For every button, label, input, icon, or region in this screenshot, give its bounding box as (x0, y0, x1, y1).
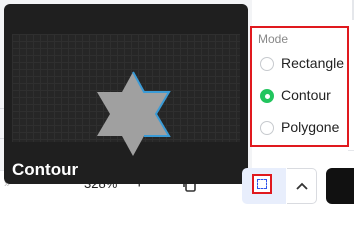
mode-option-label: Contour (281, 87, 331, 103)
mode-label: Mode (258, 32, 289, 46)
mode-option-label: Polygone (281, 119, 340, 135)
radio-rectangle[interactable] (260, 57, 274, 71)
preview-canvas (12, 34, 240, 156)
dashed-selection-icon (257, 179, 267, 189)
mode-option-rectangle[interactable]: Rectangle (256, 52, 346, 76)
mode-selector-panel: Mode Rectangle Contour Polygone (250, 26, 349, 147)
radio-contour[interactable] (260, 89, 274, 103)
mode-option-label: Rectangle (281, 55, 345, 71)
divider (348, 150, 354, 151)
chevron-up-icon (296, 182, 308, 190)
mode-option-contour[interactable]: Contour (256, 84, 346, 108)
preview-title: Contour (12, 160, 79, 179)
mode-menu-toggle-button[interactable] (287, 168, 317, 204)
hexagram-star-icon (97, 71, 171, 156)
radio-polygone[interactable] (260, 121, 274, 135)
primary-action-button[interactable] (326, 168, 354, 204)
selection-tool-button[interactable] (252, 174, 272, 194)
mode-option-polygone[interactable]: Polygone (256, 116, 346, 140)
mode-preview-tooltip: Contour (4, 4, 248, 184)
